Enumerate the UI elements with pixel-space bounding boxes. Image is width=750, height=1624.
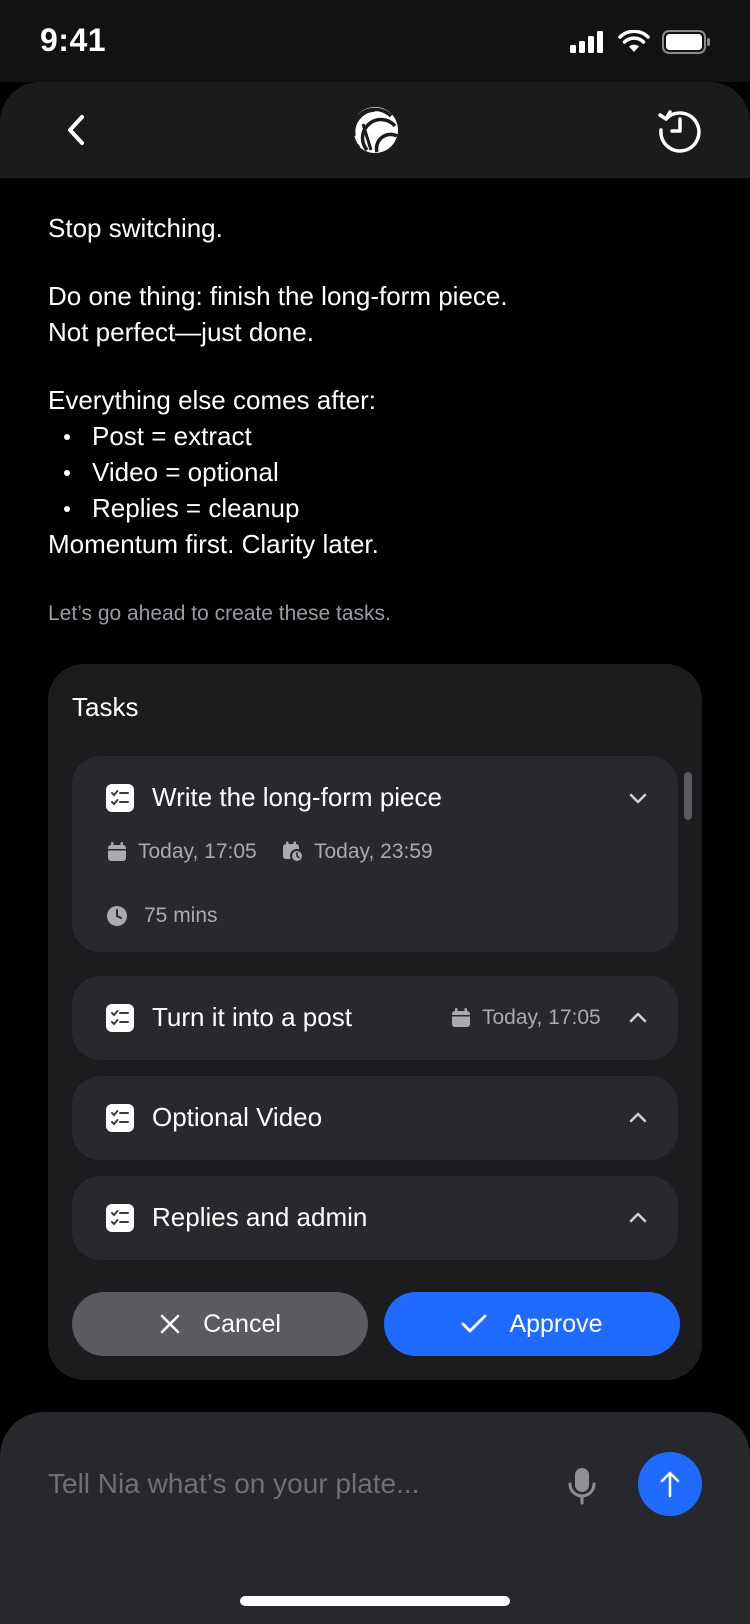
clock-icon <box>107 906 127 926</box>
message-input[interactable]: Tell Nia what’s on your plate... <box>48 1468 419 1500</box>
task-start-date[interactable]: Today, 17:05 <box>106 840 257 864</box>
history-icon <box>658 110 701 153</box>
message-line: Everything else comes after: <box>48 385 377 415</box>
assistant-note: Let’s go ahead to create these tasks. <box>48 602 391 625</box>
task-item[interactable]: Replies and admin <box>72 1176 678 1260</box>
back-button[interactable] <box>52 106 100 154</box>
approve-label: Approve <box>509 1309 603 1338</box>
microphone-icon[interactable] <box>566 1466 598 1506</box>
task-start-date[interactable]: Today, 17:05 <box>450 1006 601 1030</box>
task-item[interactable]: Write the long-form piece Today, 17:05 T… <box>72 756 678 952</box>
send-button[interactable] <box>638 1452 702 1516</box>
calendar-clock-icon <box>283 841 304 863</box>
battery-icon <box>662 30 710 54</box>
task-duration[interactable]: 75 mins <box>106 904 218 928</box>
cancel-label: Cancel <box>203 1309 281 1338</box>
task-item[interactable]: Optional Video <box>72 1076 678 1160</box>
task-start-text: Today, 17:05 <box>138 840 257 863</box>
task-name: Replies and admin <box>152 1202 368 1232</box>
task-duration-text: 75 mins <box>144 904 218 927</box>
signal-icon <box>570 31 603 53</box>
checklist-icon <box>106 1204 134 1232</box>
message-line: Stop switching. <box>48 213 223 243</box>
composer: Tell Nia what’s on your plate... <box>0 1412 750 1624</box>
task-due-date[interactable]: Today, 23:59 <box>282 840 433 864</box>
bullet-item: Post = extract <box>48 418 708 454</box>
wifi-icon <box>618 30 650 52</box>
nia-logo-icon <box>351 107 398 153</box>
history-button[interactable] <box>656 106 704 154</box>
tasks-card: Tasks Write the long-form piece Today, 1… <box>48 664 702 1380</box>
task-due-text: Today, 23:59 <box>314 840 433 863</box>
message-bullets: Post = extract Video = optional Replies … <box>48 418 708 526</box>
status-icons <box>570 30 710 54</box>
chat-header <box>0 82 750 178</box>
cancel-button[interactable]: Cancel <box>72 1292 368 1356</box>
checklist-icon <box>106 784 134 812</box>
bullet-item: Replies = cleanup <box>48 490 708 526</box>
chevron-left-icon <box>68 115 84 145</box>
task-name: Write the long-form piece <box>152 782 442 812</box>
message-line: Not perfect—just done. <box>48 317 314 347</box>
check-icon <box>462 1314 487 1333</box>
arrow-up-icon <box>660 1471 680 1498</box>
task-start-text: Today, 17:05 <box>482 1006 601 1029</box>
task-item[interactable]: Turn it into a post Today, 17:05 <box>72 976 678 1060</box>
task-name: Optional Video <box>152 1102 323 1132</box>
message-line: Momentum first. Clarity later. <box>48 529 379 559</box>
status-time: 9:41 <box>40 22 107 58</box>
task-name: Turn it into a post <box>152 1002 352 1032</box>
assistant-message: Stop switching. Do one thing: finish the… <box>48 210 708 562</box>
calendar-icon <box>452 1008 470 1027</box>
tasks-title: Tasks <box>72 692 139 722</box>
bullet-item: Video = optional <box>48 454 708 490</box>
home-indicator <box>240 1596 510 1606</box>
chevron-down-icon[interactable] <box>626 786 650 810</box>
message-line: Do one thing: finish the long-form piece… <box>48 281 508 311</box>
chevron-up-icon[interactable] <box>626 1106 650 1130</box>
close-icon <box>160 1314 180 1334</box>
chevron-up-icon[interactable] <box>626 1006 650 1030</box>
approve-button[interactable]: Approve <box>384 1292 680 1356</box>
chevron-up-icon[interactable] <box>626 1206 650 1230</box>
scrollbar[interactable] <box>684 772 692 820</box>
status-bar: 9:41 <box>0 0 750 82</box>
calendar-icon <box>108 842 126 861</box>
checklist-icon <box>106 1104 134 1132</box>
checklist-icon <box>106 1004 134 1032</box>
